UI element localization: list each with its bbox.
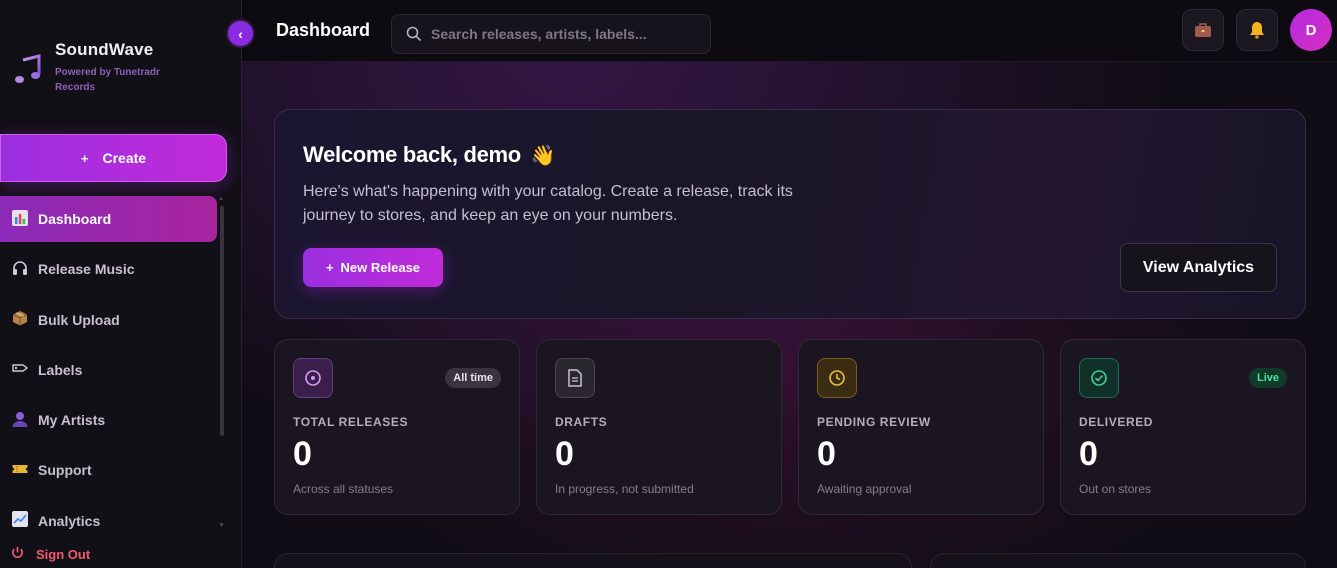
search-bar[interactable] — [391, 14, 711, 54]
search-icon — [406, 26, 422, 42]
status-badge: All time — [445, 368, 501, 388]
search-input[interactable] — [431, 26, 701, 42]
stat-card-drafts: DRAFTS 0 In progress, not submitted — [536, 339, 782, 515]
stat-value: 0 — [817, 435, 836, 473]
welcome-description: Here's what's happening with your catalo… — [303, 183, 793, 224]
welcome-card: Welcome back, demo 👋 Here's what's happe… — [274, 109, 1306, 319]
page-title: Dashboard — [276, 20, 371, 40]
create-button[interactable]: + Create — [0, 134, 227, 182]
top-header: Dashboard D — [242, 0, 1337, 62]
bottom-panel-left — [274, 553, 912, 568]
stat-subtext: Awaiting approval — [817, 482, 912, 496]
stat-label: TOTAL RELEASES — [293, 415, 409, 429]
person-icon — [11, 411, 29, 430]
sidebar-nav: Dashboard Release Music Bulk Upload Labe… — [0, 196, 218, 548]
briefcase-icon — [1195, 23, 1211, 37]
stat-card-total-releases: All time TOTAL RELEASES 0 Across all sta… — [274, 339, 520, 515]
stat-subtext: Across all statuses — [293, 482, 394, 496]
ticket-icon — [11, 461, 29, 480]
sign-out-button[interactable]: Sign Out — [11, 546, 90, 562]
stat-subtext: In progress, not submitted — [555, 482, 694, 496]
clock-icon — [817, 358, 857, 398]
stat-value: 0 — [555, 435, 574, 473]
sidebar-item-labels[interactable]: Labels — [0, 347, 218, 393]
sidebar-item-label: Analytics — [38, 512, 101, 529]
sidebar-item-label: My Artists — [38, 412, 106, 429]
power-icon — [11, 546, 24, 562]
chevron-left-icon: ‹ — [238, 25, 243, 42]
briefcase-button[interactable] — [1182, 9, 1224, 51]
stat-label: PENDING REVIEW — [817, 415, 931, 429]
brand-name: SoundWave — [55, 40, 154, 59]
sidebar-item-dashboard[interactable]: Dashboard — [0, 196, 217, 242]
sidebar-item-label: Dashboard — [38, 211, 112, 227]
welcome-title: Welcome back, demo 👋 — [303, 142, 556, 168]
scroll-up-arrow[interactable]: ▲ — [218, 196, 224, 202]
stat-value: 0 — [1079, 435, 1098, 473]
sidebar-scrollbar[interactable] — [220, 206, 224, 436]
bell-icon — [1250, 22, 1264, 39]
sidebar-item-support[interactable]: Support — [0, 447, 218, 493]
create-label: Create — [102, 150, 147, 166]
plus-icon: + — [80, 150, 89, 166]
package-icon — [11, 310, 29, 329]
sidebar-item-release-music[interactable]: Release Music — [0, 246, 218, 292]
live-badge: Live — [1248, 368, 1287, 388]
stat-subtext: Out on stores — [1079, 482, 1152, 496]
brand-subtitle: Powered by Tunetradr Records — [55, 67, 160, 93]
sidebar-item-my-artists[interactable]: My Artists — [0, 397, 218, 443]
tag-icon — [11, 360, 29, 379]
scroll-down-arrow[interactable]: ▼ — [218, 522, 225, 529]
view-analytics-button[interactable]: View Analytics — [1120, 243, 1277, 292]
sidebar: SoundWave Powered by Tunetradr Records +… — [0, 0, 242, 568]
stat-value: 0 — [293, 435, 312, 473]
trend-icon — [11, 511, 29, 530]
document-icon — [555, 358, 595, 398]
stat-card-pending-review: PENDING REVIEW 0 Awaiting approval — [798, 339, 1044, 515]
sidebar-item-bulk-upload[interactable]: Bulk Upload — [0, 297, 218, 343]
sidebar-item-label: Labels — [38, 361, 83, 378]
new-release-label: New Release — [340, 260, 421, 275]
brand[interactable]: SoundWave Powered by Tunetradr Records — [14, 40, 185, 95]
main-content: Welcome back, demo 👋 Here's what's happe… — [242, 62, 1337, 568]
chart-icon — [11, 209, 29, 229]
bottom-panel-right — [930, 553, 1306, 568]
music-note-icon — [15, 54, 41, 83]
sign-out-label: Sign Out — [36, 546, 91, 562]
notifications-button[interactable] — [1236, 9, 1278, 51]
collapse-sidebar-button[interactable]: ‹ — [226, 19, 255, 48]
disc-icon — [293, 358, 333, 398]
stat-label: DRAFTS — [555, 415, 608, 429]
headphones-icon — [11, 260, 29, 279]
new-release-button[interactable]: + New Release — [303, 248, 443, 287]
plus-icon: + — [325, 260, 334, 275]
sidebar-item-analytics[interactable]: Analytics — [0, 498, 218, 544]
check-circle-icon — [1079, 358, 1119, 398]
stat-label: DELIVERED — [1079, 415, 1154, 429]
wave-icon: 👋 — [530, 145, 556, 167]
sidebar-item-label: Release Music — [38, 261, 135, 278]
sidebar-item-label: Support — [38, 462, 92, 479]
stat-card-delivered: Live DELIVERED 0 Out on stores — [1060, 339, 1306, 515]
sidebar-item-label: Bulk Upload — [38, 311, 120, 328]
user-avatar[interactable]: D — [1290, 9, 1332, 51]
welcome-title-text: Welcome back, demo — [303, 142, 521, 167]
